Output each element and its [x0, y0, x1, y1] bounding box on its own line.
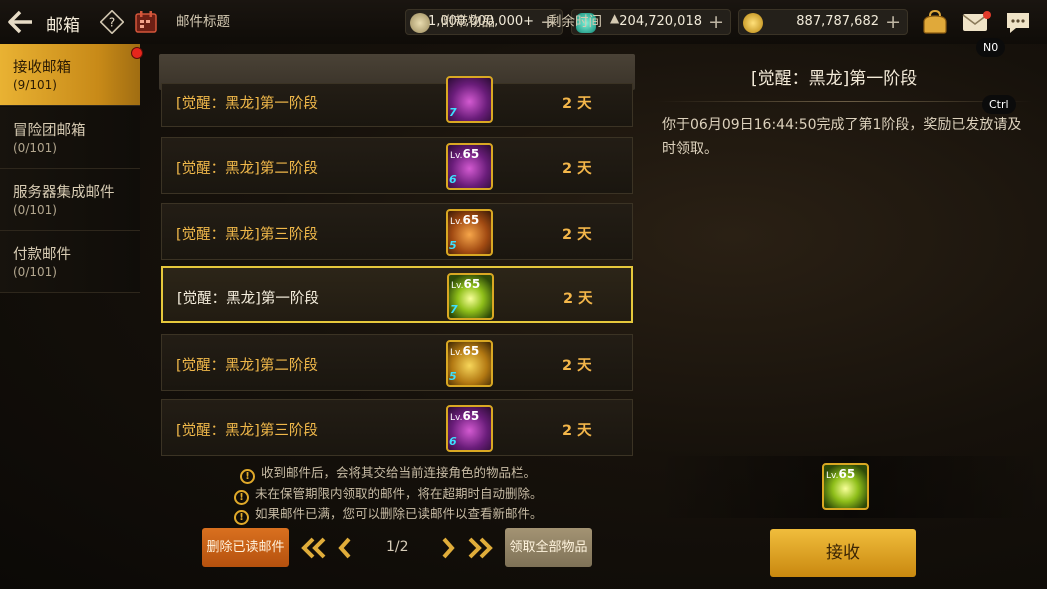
item-tier: 6 — [449, 435, 457, 448]
info-note-text: 收到邮件后，会将其交给当前连接角色的物品栏。 — [261, 465, 537, 480]
keyboard-hint-n0: N0 — [976, 38, 1006, 57]
add-gem-button[interactable]: + — [708, 11, 724, 33]
mail-remaining-time: 2 天 — [562, 227, 592, 243]
tab-inbox-count: (9/101) — [13, 78, 57, 92]
item-tier: 5 — [449, 370, 457, 383]
mail-row[interactable]: [觉醒：黑龙]第三阶段 Lv.65 6 2 天 — [161, 399, 633, 456]
keyboard-hint-ctrl: Ctrl — [982, 95, 1016, 114]
delete-read-button[interactable]: 删除已读邮件 — [202, 528, 289, 567]
tab-payment-mail[interactable]: 付款邮件 (0/101) — [0, 231, 140, 293]
item-level: Lv.65 — [826, 467, 856, 481]
info-note-text: 如果邮件已满，您可以删除已读邮件以查看新邮件。 — [255, 506, 543, 521]
receive-all-button[interactable]: 领取全部物品 — [505, 528, 592, 567]
mail-row[interactable]: [觉醒：黑龙]第一阶段 7 2 天 — [161, 76, 633, 127]
currency-gem-value: 204,720,018 — [619, 14, 702, 29]
last-page-icon[interactable] — [467, 536, 493, 564]
item-level: Lv.65 — [450, 344, 480, 358]
tab-guild-mail[interactable]: 冒险团邮箱 (0/101) — [0, 107, 140, 169]
coin-icon — [743, 13, 763, 33]
mail-remaining-time: 2 天 — [562, 161, 592, 177]
column-subject: 邮件标题 — [176, 14, 230, 30]
tab-server-mail-count: (0/101) — [13, 203, 57, 217]
info-note: ! 未在保管期限内领取的邮件，将在超期时自动删除。 — [234, 483, 543, 505]
help-icon[interactable]: ? — [99, 9, 125, 35]
mail-remaining-time: 2 天 — [562, 96, 592, 112]
mail-row[interactable]: [觉醒：黑龙]第二阶段 Lv.65 6 2 天 — [161, 137, 633, 194]
mail-remaining-time: 2 天 — [563, 291, 593, 307]
mail-remaining-time: 2 天 — [562, 423, 592, 439]
new-mail-badge — [131, 47, 143, 59]
info-note: ! 收到邮件后，会将其交给当前连接角色的物品栏。 — [240, 462, 536, 484]
sort-ascending-icon[interactable]: ▲ — [610, 11, 619, 25]
attachment-item-icon[interactable]: Lv.65 5 — [446, 340, 493, 387]
item-level-value: 65 — [462, 344, 480, 358]
tab-inbox-label: 接收邮箱 — [13, 60, 71, 76]
mail-subject: [觉醒：黑龙]第一阶段 — [177, 291, 319, 307]
currency-coin-value: 887,787,682 — [796, 14, 879, 29]
first-page-icon[interactable] — [301, 536, 327, 564]
tab-guild-mail-label: 冒险团邮箱 — [13, 123, 86, 139]
add-coin-button[interactable]: + — [885, 11, 901, 33]
attachment-item-icon[interactable]: 7 — [446, 76, 493, 123]
item-level-value: 65 — [462, 147, 480, 161]
column-remaining[interactable]: 剩余时间 — [548, 10, 602, 30]
currency-coin: 887,787,682 + — [738, 9, 908, 35]
tab-server-mail[interactable]: 服务器集成邮件 (0/101) — [0, 169, 140, 231]
info-note-text: 未在保管期限内领取的邮件，将在超期时自动删除。 — [255, 486, 543, 501]
mail-row[interactable]: [觉醒：黑龙]第二阶段 Lv.65 5 2 天 — [161, 334, 633, 391]
item-level: Lv.65 — [450, 147, 480, 161]
attachment-item-icon[interactable]: Lv.65 7 — [447, 273, 494, 320]
bag-icon[interactable] — [920, 8, 950, 36]
tab-server-mail-label: 服务器集成邮件 — [13, 185, 115, 201]
item-level-value: 65 — [462, 409, 480, 423]
mail-row[interactable]: [觉醒：黑龙]第三阶段 Lv.65 5 2 天 — [161, 203, 633, 260]
item-level-value: 65 — [462, 213, 480, 227]
item-level: Lv.65 — [450, 409, 480, 423]
detail-title: [觉醒：黑龙]第一阶段 — [751, 69, 918, 89]
detail-body: 你于06月09日16:44:50完成了第1阶段，奖励已发放请及时领取。 — [662, 117, 1022, 157]
item-level: Lv.65 — [451, 277, 481, 291]
mail-subject: [觉醒：黑龙]第一阶段 — [176, 96, 318, 112]
help-icon-label: ? — [109, 16, 115, 30]
item-level-value: 65 — [838, 467, 856, 481]
item-level-value: 65 — [463, 277, 481, 291]
mail-remaining-time: 2 天 — [562, 358, 592, 374]
column-item: 附带物品 — [441, 14, 495, 30]
mail-icon[interactable] — [961, 10, 991, 34]
info-note: ! 如果邮件已满，您可以删除已读邮件以查看新邮件。 — [234, 503, 543, 525]
calendar-icon[interactable] — [133, 9, 159, 35]
attachment-item-icon[interactable]: Lv.65 6 — [446, 405, 493, 452]
mail-subject: [觉醒：黑龙]第三阶段 — [176, 227, 318, 243]
warning-icon: ! — [240, 469, 255, 484]
mail-subject: [觉醒：黑龙]第二阶段 — [176, 358, 318, 374]
tab-payment-mail-count: (0/101) — [13, 265, 57, 279]
attachment-item-icon[interactable]: Lv.65 6 — [446, 143, 493, 190]
receive-button[interactable]: 接收 — [770, 529, 916, 577]
chat-icon[interactable] — [1004, 10, 1032, 36]
gold-coin-icon — [410, 13, 430, 33]
next-page-icon[interactable] — [440, 536, 456, 564]
tab-payment-mail-label: 付款邮件 — [13, 247, 71, 263]
warning-icon: ! — [234, 510, 249, 525]
divider — [658, 101, 1032, 102]
item-tier: 7 — [449, 106, 457, 119]
attachment-item-icon[interactable]: Lv.65 5 — [446, 209, 493, 256]
back-arrow-icon[interactable] — [6, 8, 36, 36]
mail-subject: [觉醒：黑龙]第三阶段 — [176, 423, 318, 439]
mail-row[interactable]: [觉醒：黑龙]第一阶段 Lv.65 7 2 天 — [161, 266, 633, 323]
item-level: Lv.65 — [450, 213, 480, 227]
tab-guild-mail-count: (0/101) — [13, 141, 57, 155]
item-tier: 7 — [450, 303, 458, 316]
tab-inbox[interactable]: 接收邮箱 (9/101) — [0, 44, 140, 106]
item-tier: 5 — [449, 239, 457, 252]
page-title: 邮箱 — [46, 16, 80, 36]
attachment-item[interactable]: Lv.65 — [822, 463, 869, 510]
mail-subject: [觉醒：黑龙]第二阶段 — [176, 161, 318, 177]
item-tier: 6 — [449, 173, 457, 186]
prev-page-icon[interactable] — [337, 536, 353, 564]
page-indicator: 1/2 — [386, 539, 409, 555]
